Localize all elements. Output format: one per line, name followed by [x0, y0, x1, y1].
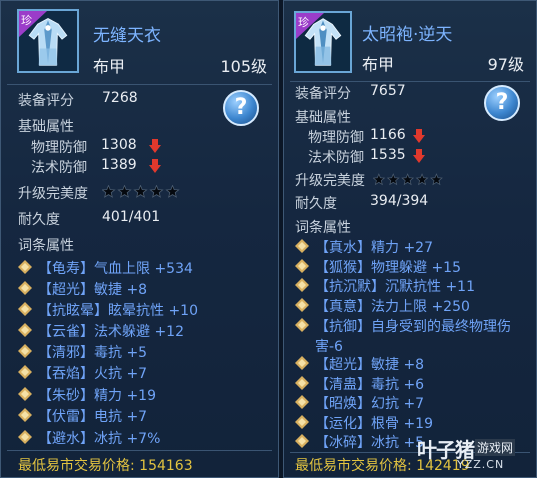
affix-label: 词条属性	[295, 220, 351, 236]
gem-icon	[18, 365, 32, 379]
divider	[7, 450, 272, 451]
item-name: 无缝天衣	[93, 26, 161, 46]
perfection-label: 升级完美度	[295, 173, 365, 189]
base-attr-label: 基础属性	[18, 119, 74, 135]
stat-value: 1166	[370, 127, 406, 143]
stat-value: 1308	[101, 137, 137, 153]
item-level: 97级	[487, 55, 524, 74]
gem-icon	[295, 298, 309, 312]
gem-icon	[295, 278, 309, 292]
divider	[7, 84, 272, 85]
watermark-url: YZZ.CN	[457, 458, 505, 471]
item-level: 105级	[220, 57, 267, 76]
score-value: 7657	[370, 83, 406, 99]
item-name: 太昭袍·逆天	[362, 25, 453, 45]
stat-label: 物理防御	[31, 140, 87, 156]
stat-label: 物理防御	[308, 130, 364, 146]
item-tooltip-panel-right: 珍 太昭袍·逆天 布甲 97级 装备评分 7657 ? 基础属性 物理防御 11…	[283, 0, 537, 478]
down-arrow-icon	[149, 139, 161, 153]
down-arrow-icon	[149, 159, 161, 173]
score-label: 装备评分	[18, 93, 74, 109]
gem-icon	[18, 302, 32, 316]
market-price: 最低易市交易价格: 154163	[18, 458, 193, 474]
durability-label: 耐久度	[18, 212, 60, 228]
perfection-label: 升级完美度	[18, 186, 88, 202]
perfection-stars-icon	[373, 173, 443, 186]
stat-value: 1535	[370, 147, 406, 163]
down-arrow-icon	[413, 129, 425, 143]
stat-value: 1389	[101, 157, 137, 173]
item-type: 布甲	[93, 57, 126, 76]
watermark-sub: 游戏网	[475, 439, 516, 456]
gem-icon	[295, 259, 309, 273]
durability-value: 394/394	[370, 193, 429, 209]
score-label: 装备评分	[295, 86, 351, 102]
gem-icon	[295, 395, 309, 409]
gem-icon	[295, 239, 309, 253]
gem-icon	[18, 323, 32, 337]
stat-label: 法术防御	[308, 150, 364, 166]
help-question-icon[interactable]: ?	[223, 90, 259, 126]
item-icon[interactable]: 珍	[294, 11, 352, 73]
gem-icon	[295, 434, 309, 448]
gem-icon	[295, 356, 309, 370]
gem-icon	[18, 344, 32, 358]
gem-icon	[18, 260, 32, 274]
down-arrow-icon	[413, 149, 425, 163]
item-icon[interactable]: 珍	[17, 9, 79, 73]
site-watermark: 叶子猪 游戏网 YZZ.CN	[417, 432, 537, 478]
stat-label: 法术防御	[31, 160, 87, 176]
gem-icon	[18, 281, 32, 295]
gem-icon	[18, 387, 32, 401]
durability-label: 耐久度	[295, 196, 337, 212]
gem-icon	[295, 415, 309, 429]
affix-label: 词条属性	[18, 238, 74, 254]
gem-icon	[295, 376, 309, 390]
help-question-icon[interactable]: ?	[484, 85, 520, 121]
item-type: 布甲	[362, 55, 395, 74]
gem-icon	[295, 318, 309, 332]
divider	[290, 81, 530, 82]
gem-icon	[18, 408, 32, 422]
durability-value: 401/401	[102, 209, 161, 225]
base-attr-label: 基础属性	[295, 110, 351, 126]
perfection-stars-icon	[102, 185, 180, 198]
item-tooltip-panel-left: 珍 无缝天衣 布甲 105级 装备评分 7268 ? 基础属性 物理防御 130…	[0, 0, 279, 478]
gem-icon	[18, 430, 32, 444]
score-value: 7268	[102, 90, 138, 106]
